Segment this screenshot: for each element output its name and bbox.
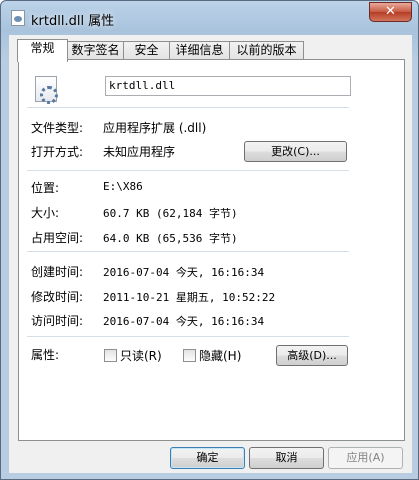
apply-button[interactable]: 应用(A) [328, 447, 403, 469]
change-button[interactable]: 更改(C)... [244, 141, 347, 162]
hidden-checkbox[interactable] [183, 349, 196, 362]
created-label: 创建时间: [31, 265, 84, 279]
readonly-label[interactable]: 只读(R) [120, 347, 162, 364]
created-value: 2016-07-04 今天, 16:16:34 [103, 266, 265, 279]
file-type-label: 文件类型: [31, 121, 84, 135]
tab-details[interactable]: 详细信息 [169, 41, 230, 59]
separator [27, 336, 349, 337]
size-on-disk-value: 64.0 KB (65,536 字节) [103, 232, 238, 245]
opens-with-value: 未知应用程序 [103, 145, 176, 159]
accessed-label: 访问时间: [31, 314, 84, 328]
separator [27, 251, 349, 252]
separator [27, 107, 349, 108]
size-value: 60.7 KB (62,184 字节) [103, 207, 238, 220]
size-on-disk-label: 占用空间: [31, 231, 84, 245]
modified-value: 2011-10-21 星期五, 10:52:22 [103, 291, 276, 304]
dll-file-icon [35, 76, 58, 104]
modified-label: 修改时间: [31, 290, 84, 304]
separator [27, 170, 349, 171]
size-label: 大小: [31, 206, 60, 220]
window-title: krtdll.dll 属性 [31, 14, 115, 29]
accessed-value: 2016-07-04 今天, 16:16:34 [103, 315, 265, 328]
ok-button[interactable]: 确定 [170, 447, 245, 469]
dialog-client: 常规 数字签名 安全 详细信息 以前的版本 krtdll.dll 文件类型: 应… [9, 35, 412, 473]
tab-digital-signatures[interactable]: 数字签名 [67, 41, 124, 59]
filename-input[interactable]: krtdll.dll [105, 76, 351, 96]
hidden-label[interactable]: 隐藏(H) [199, 347, 241, 364]
location-label: 位置: [31, 181, 60, 195]
general-panel: krtdll.dll 文件类型: 应用程序扩展 (.dll) 打开方式: 未知应… [18, 59, 405, 441]
readonly-checkbox[interactable] [104, 349, 117, 362]
attributes-label: 属性: [31, 348, 60, 362]
cancel-button[interactable]: 取消 [249, 447, 324, 469]
tab-general[interactable]: 常规 [17, 39, 68, 62]
location-value: E:\X86 [103, 180, 143, 193]
title-bar[interactable]: krtdll.dll 属性 ✕ [1, 1, 418, 35]
file-type-value: 应用程序扩展 (.dll) [103, 121, 207, 135]
tab-previous-versions[interactable]: 以前的版本 [229, 41, 304, 59]
properties-window: krtdll.dll 属性 ✕ 常规 数字签名 安全 详细信息 以前的版本 kr… [0, 0, 419, 480]
advanced-button[interactable]: 高级(D)... [276, 345, 348, 366]
dll-file-icon [11, 10, 25, 26]
opens-with-label: 打开方式: [31, 145, 84, 159]
close-button[interactable]: ✕ [369, 2, 412, 22]
tab-security[interactable]: 安全 [123, 41, 170, 59]
